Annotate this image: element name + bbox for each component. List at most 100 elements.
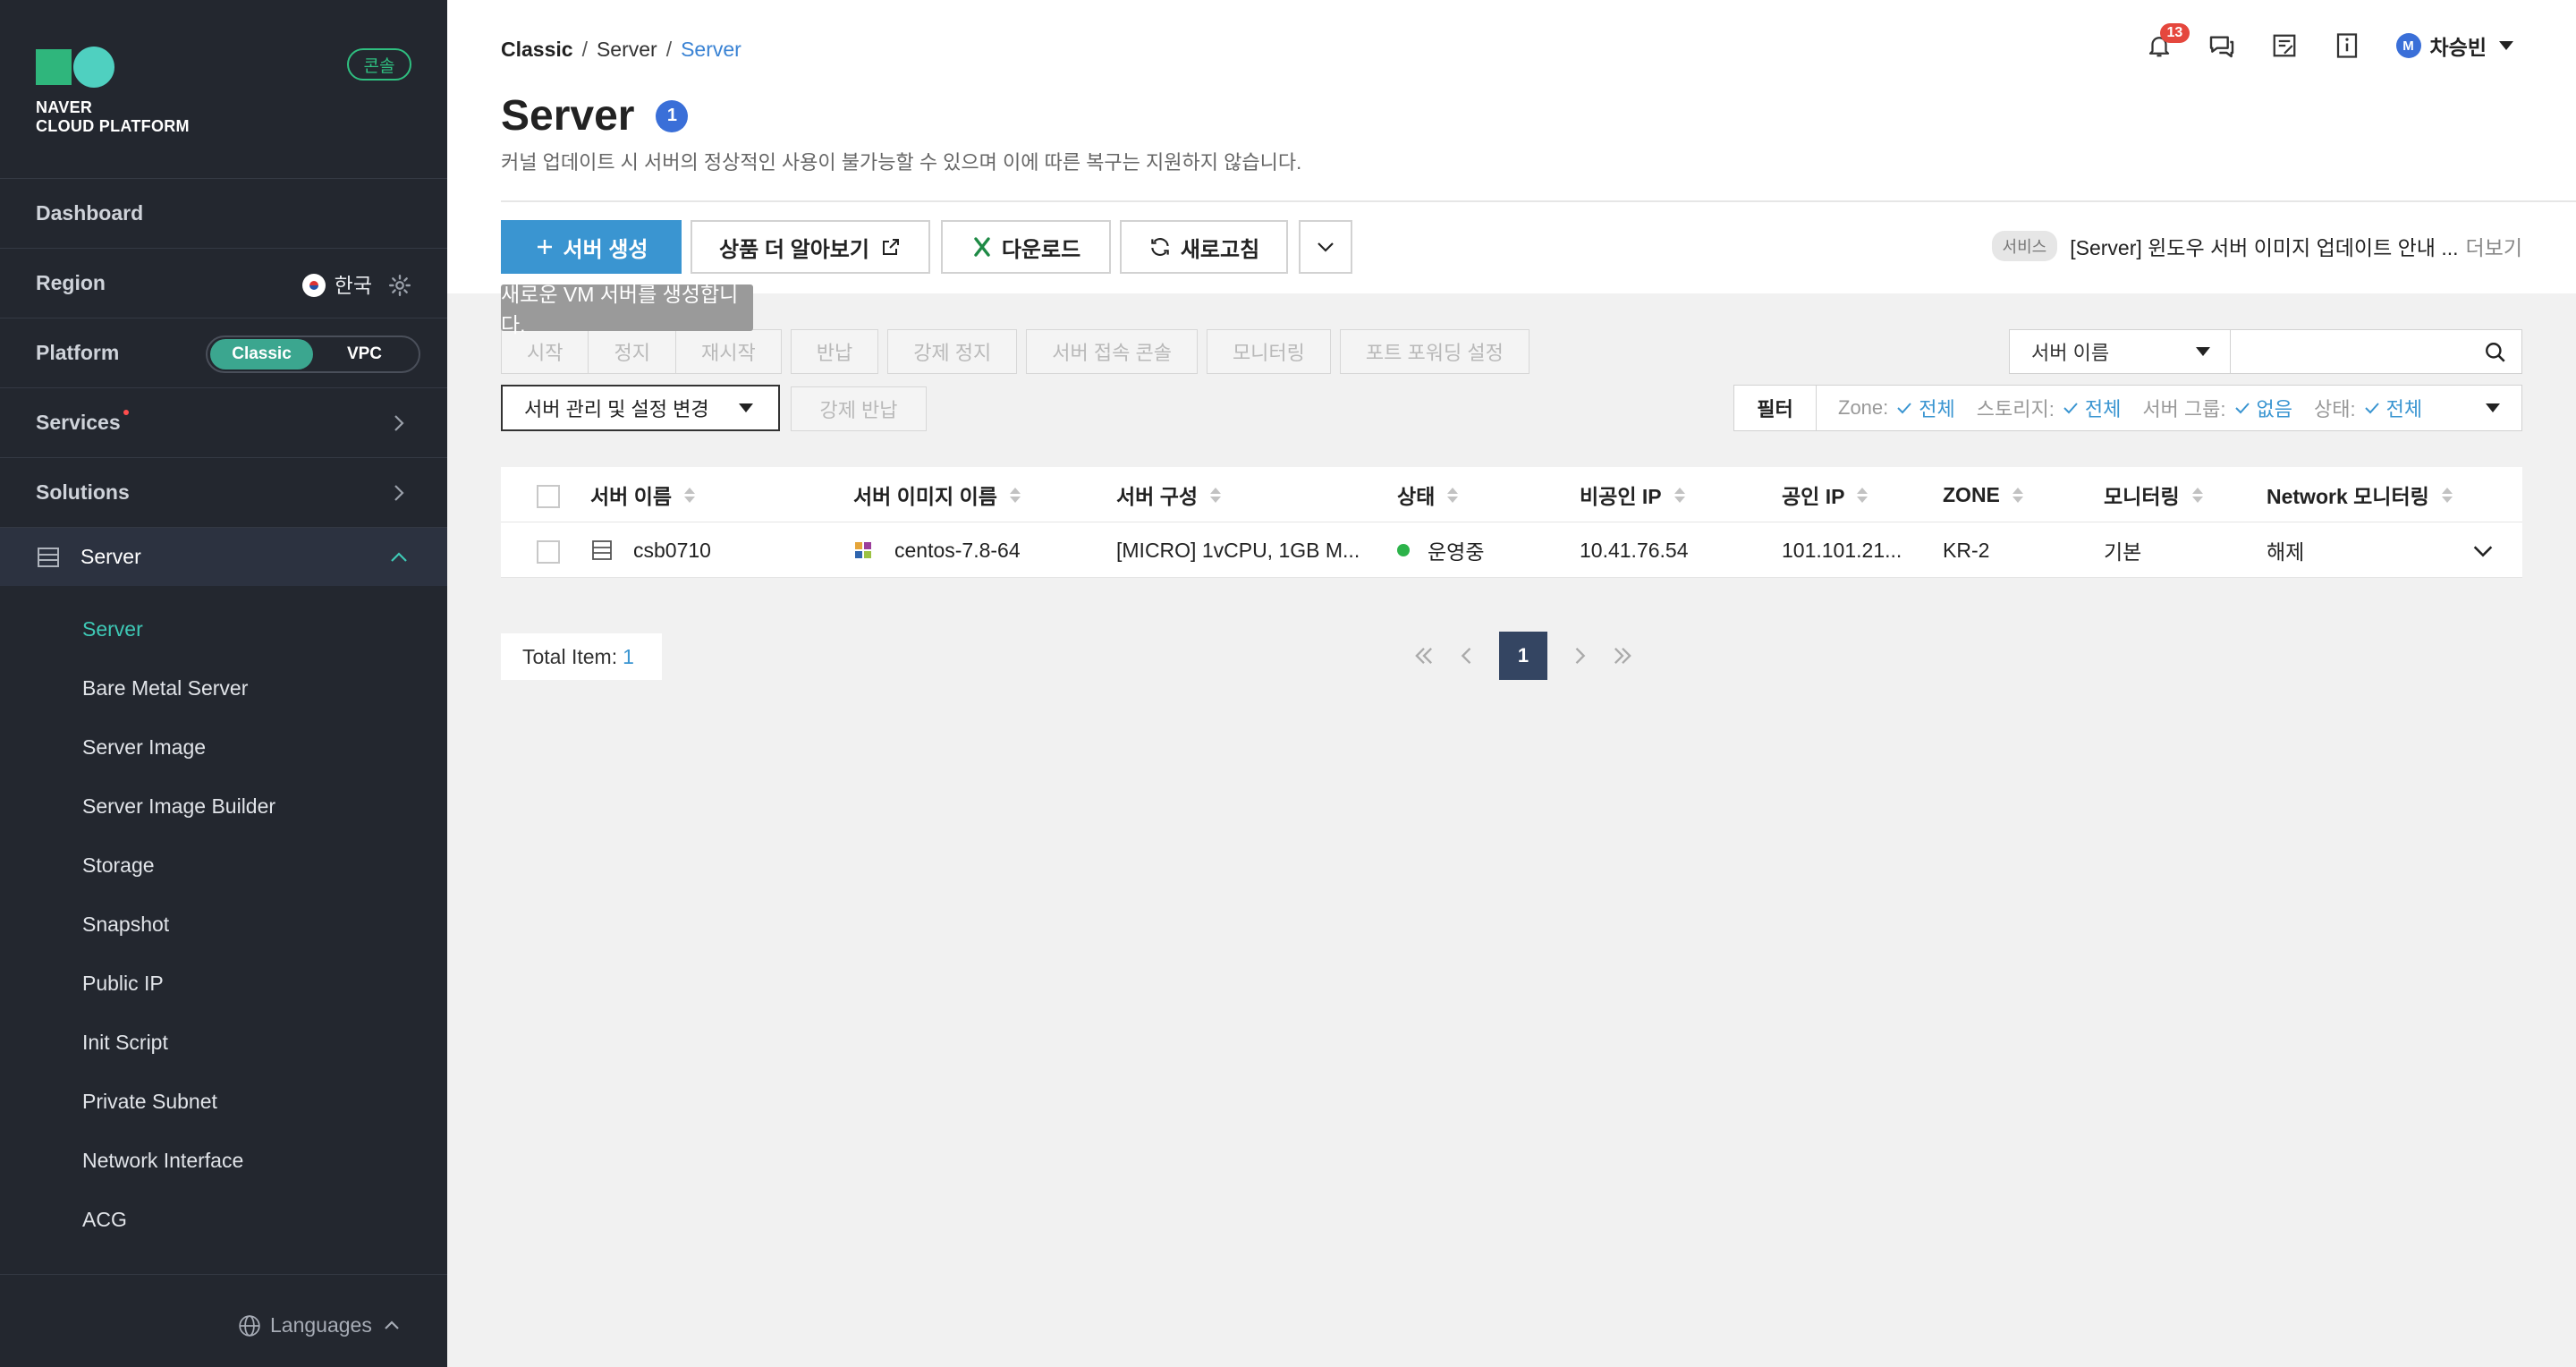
filter-zone-value: 전체 [1895,394,1955,422]
region-label: Region [36,271,106,294]
more-options-button[interactable] [1299,220,1352,274]
sort-icon [1447,487,1459,503]
console-badge[interactable]: 콘솔 [347,48,411,81]
user-name: 차승빈 [2429,36,2487,59]
col-server-name[interactable]: 서버 이름 [590,467,696,522]
col-status[interactable]: 상태 [1397,467,1459,522]
search-input[interactable] [2231,330,2463,371]
refresh-button[interactable]: 새로고침 [1120,220,1288,274]
sub-item-server-image-builder[interactable]: Server Image Builder [0,777,447,836]
filter-expand-icon[interactable] [2486,403,2500,412]
breadcrumb-classic[interactable]: Classic [501,38,573,62]
sort-icon [1210,487,1222,503]
logo-text: NAVER CLOUD PLATFORM [36,98,190,135]
gear-icon[interactable] [388,274,411,297]
cell-private-ip: 10.41.76.54 [1580,538,1689,562]
memo-button[interactable] [2267,29,2301,63]
sort-icon [684,487,696,503]
force-return-button[interactable]: 강제 반납 [791,386,927,431]
page-button-current[interactable]: 1 [1499,632,1547,680]
filter-bar[interactable]: 필터 Zone: 전체 스토리지: 전체 서버 그룹: 없음 상태: 전체 [1733,385,2522,431]
filter-server-group[interactable]: 서버 그룹: 없음 [2142,394,2292,422]
filter-label[interactable]: 필터 [1734,386,1817,430]
nav-solutions[interactable]: Solutions [0,457,447,527]
col-server-image[interactable]: 서버 이미지 이름 [853,467,1021,522]
announcement-more-link[interactable]: 더보기 [2466,231,2522,261]
cell-monitoring: 기본 [2104,540,2142,564]
col-zone[interactable]: ZONE [1943,467,2023,522]
first-page-icon[interactable] [1411,643,1436,668]
chevron-up-icon [385,1320,399,1329]
sub-item-acg[interactable]: ACG [0,1190,447,1249]
naver-cloud-logo[interactable]: NAVER CLOUD PLATFORM [36,47,190,136]
last-page-icon[interactable] [1610,643,1635,668]
filter-storage[interactable]: 스토리지: 전체 [1977,394,2122,422]
sub-item-snapshot[interactable]: Snapshot [0,895,447,954]
filter-status[interactable]: 상태: 전체 [2314,394,2422,422]
row-expand-chevron-icon[interactable] [2470,539,2496,564]
search-field-select[interactable]: 서버 이름 [2009,329,2231,374]
force-stop-button[interactable]: 강제 정지 [887,329,1018,374]
nav-dashboard[interactable]: Dashboard [0,178,447,248]
sub-item-network-interface[interactable]: Network Interface [0,1131,447,1190]
sub-item-server[interactable]: Server [0,599,447,658]
languages-button[interactable]: Languages [238,1313,411,1337]
nav-server[interactable]: Server [0,527,447,586]
breadcrumb-separator: / [581,38,588,61]
filter-zone[interactable]: Zone: 전체 [1838,394,1955,422]
platform-option-vpc[interactable]: VPC [313,339,416,369]
main-content: Classic / Server / Server 13 M 차승빈 Serve… [447,0,2576,1367]
port-forwarding-button[interactable]: 포트 포워딩 설정 [1339,329,1530,374]
sidebar-divider [0,1274,447,1275]
col-private-ip[interactable]: 비공인 IP [1580,467,1685,522]
col-monitoring[interactable]: 모니터링 [2104,467,2203,522]
table-row[interactable]: csb0710 centos-7.8-64 [MICRO] 1vCPU, 1GB… [501,522,2522,578]
caret-down-icon [2499,41,2513,50]
sub-item-init-script[interactable]: Init Script [0,1013,447,1072]
sub-item-bare-metal-server[interactable]: Bare Metal Server [0,658,447,717]
search-icon[interactable] [2484,341,2507,364]
breadcrumb-current[interactable]: Server [681,38,741,62]
col-server-spec[interactable]: 서버 구성 [1116,467,1222,522]
col-public-ip[interactable]: 공인 IP [1782,467,1868,522]
filter-zone-key: Zone: [1838,396,1889,419]
check-icon [2063,403,2078,414]
notification-button[interactable]: 13 [2142,23,2190,63]
languages-label: Languages [270,1313,372,1337]
sub-item-storage[interactable]: Storage [0,836,447,895]
chat-button[interactable] [2205,29,2239,63]
chevron-up-icon [391,552,407,562]
learn-more-label: 상품 더 알아보기 [719,237,869,262]
select-all-checkbox[interactable] [537,485,560,508]
nav-services[interactable]: Services [0,387,447,457]
region-value[interactable]: 한국 [335,268,372,299]
col-network-monitoring[interactable]: Network 모니터링 [2267,467,2453,522]
breadcrumb-server[interactable]: Server [597,38,657,62]
sub-item-public-ip[interactable]: Public IP [0,954,447,1013]
total-items-label: Total Item: [522,644,618,668]
next-page-icon[interactable] [1567,643,1592,668]
platform-toggle[interactable]: Classic VPC [206,335,420,373]
cell-server-name: csb0710 [590,522,711,578]
user-menu[interactable]: M 차승빈 [2395,30,2513,61]
service-announcement[interactable]: 서비스 [Server] 윈도우 서버 이미지 업데이트 안내 ... 더보기 [1991,231,2522,261]
kernel-update-notice: 커널 업데이트 시 서버의 정상적인 사용이 불가능할 수 있으며 이에 따른 … [501,151,1302,174]
row-checkbox[interactable] [537,540,560,564]
create-server-label: 서버 생성 [563,237,648,262]
monitoring-button[interactable]: 모니터링 [1206,329,1331,374]
table-header: 서버 이름 서버 이미지 이름 서버 구성 상태 비공인 IP 공인 IP ZO… [501,467,2522,522]
learn-more-button[interactable]: 상품 더 알아보기 [691,220,930,274]
platform-option-classic[interactable]: Classic [210,339,313,369]
server-manage-dropdown[interactable]: 서버 관리 및 설정 변경 [501,385,780,431]
info-button[interactable] [2330,29,2364,63]
return-button[interactable]: 반납 [790,329,879,374]
cell-zone: KR-2 [1943,538,1990,562]
sub-item-server-image[interactable]: Server Image [0,717,447,777]
announcement-text[interactable]: [Server] 윈도우 서버 이미지 업데이트 안내 ... [2070,231,2458,261]
download-button[interactable]: 다운로드 [941,220,1111,274]
prev-page-icon[interactable] [1454,643,1479,668]
server-console-button[interactable]: 서버 접속 콘솔 [1026,329,1198,374]
create-server-button[interactable]: 서버 생성 [501,220,682,274]
sub-item-private-subnet[interactable]: Private Subnet [0,1072,447,1131]
server-icon [38,547,59,567]
